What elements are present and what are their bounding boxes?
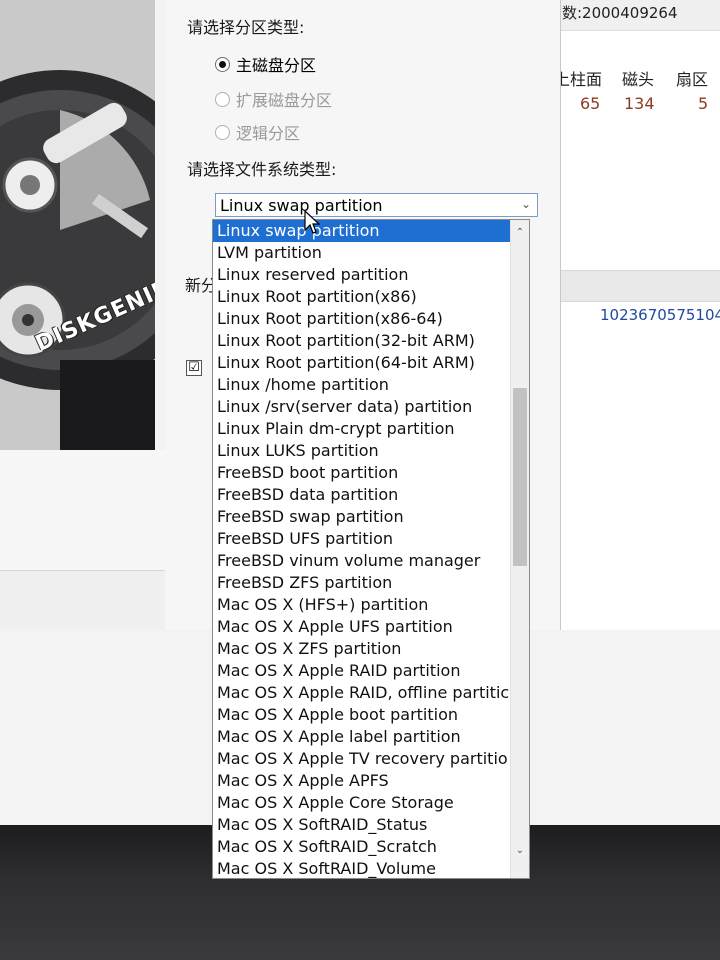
fs-option[interactable]: Linux LUKS partition <box>213 440 512 462</box>
radio-label: 扩展磁盘分区 <box>236 91 333 110</box>
fs-option[interactable]: Mac OS X SoftRAID_Volume <box>213 858 512 878</box>
dropdown-scrollbar[interactable]: ⌃ ⌄ <box>510 220 529 878</box>
fs-option[interactable]: Mac OS X Apple label partition <box>213 726 512 748</box>
fs-option[interactable]: Linux swap partition <box>213 220 512 242</box>
banner-bottom-panel <box>0 450 170 570</box>
radio-extended-partition[interactable]: 扩展磁盘分区 <box>215 87 332 111</box>
option-checkbox[interactable]: ☑ <box>186 360 202 376</box>
scroll-up-icon[interactable]: ⌃ <box>511 224 529 242</box>
fs-options-list: Linux swap partition LVM partition Linux r… <box>213 220 512 878</box>
fs-option[interactable]: Linux Plain dm-crypt partition <box>213 418 512 440</box>
fs-option[interactable]: Linux /srv(server data) partition <box>213 396 512 418</box>
radio-circle-icon[interactable] <box>215 124 230 140</box>
radio-logical-partition[interactable]: 逻辑分区 <box>215 120 300 144</box>
fs-option[interactable]: Mac OS X (HFS+) partition <box>213 594 512 616</box>
fs-option[interactable]: Mac OS X SoftRAID_Scratch <box>213 836 512 858</box>
fs-option[interactable]: Mac OS X Apple UFS partition <box>213 616 512 638</box>
fs-option[interactable]: FreeBSD ZFS partition <box>213 572 512 594</box>
fs-option[interactable]: LVM partition <box>213 242 512 264</box>
mouse-cursor-icon <box>304 210 320 234</box>
fs-option[interactable]: Mac OS X Apple boot partition <box>213 704 512 726</box>
radio-primary-partition[interactable]: 主磁盘分区 <box>215 52 316 76</box>
fs-option[interactable]: Mac OS X SoftRAID_Status <box>213 814 512 836</box>
fs-type-selected-value: Linux swap partition <box>220 195 383 215</box>
diskgenius-banner: DISKGENIUS <box>0 0 155 450</box>
fs-option[interactable]: Mac OS X ZFS partition <box>213 638 512 660</box>
fs-option[interactable]: Mac OS X Apple APFS <box>213 770 512 792</box>
table-header: 上柱面 磁头 扇区 <box>554 66 720 92</box>
total-sectors-text: 数:2000409264 <box>560 0 720 31</box>
fs-option[interactable]: FreeBSD swap partition <box>213 506 512 528</box>
fs-option[interactable]: Linux reserved partition <box>213 264 512 286</box>
fs-option[interactable]: Mac OS X Apple Core Storage <box>213 792 512 814</box>
fs-option[interactable]: Linux Root partition(32-bit ARM) <box>213 330 512 352</box>
header-head[interactable]: 磁头 <box>622 66 654 90</box>
scroll-down-icon[interactable]: ⌄ <box>511 842 529 860</box>
fs-option[interactable]: FreeBSD boot partition <box>213 462 512 484</box>
chevron-down-icon[interactable]: ⌄ <box>521 197 531 211</box>
fs-option[interactable]: Mac OS X Apple TV recovery partitio <box>213 748 512 770</box>
table-strip <box>548 270 720 302</box>
table-row[interactable]: 65 134 5 <box>560 94 720 116</box>
header-sector[interactable]: 扇区 <box>676 66 708 90</box>
fs-option[interactable]: FreeBSD UFS partition <box>213 528 512 550</box>
fs-option[interactable]: Mac OS X Apple RAID, offline partitic <box>213 682 512 704</box>
fs-option[interactable]: FreeBSD data partition <box>213 484 512 506</box>
fs-option[interactable]: Linux Root partition(64-bit ARM) <box>213 352 512 374</box>
radio-label: 主磁盘分区 <box>236 56 317 75</box>
header-cylinder[interactable]: 上柱面 <box>554 66 602 90</box>
fs-option[interactable]: Linux Root partition(x86) <box>213 286 512 308</box>
radio-dot-icon[interactable] <box>215 56 230 72</box>
cell-cylinder: 65 <box>580 94 601 113</box>
fs-option[interactable]: Mac OS X Apple RAID partition <box>213 660 512 682</box>
partition-size-value: 1023670575104 <box>600 306 720 324</box>
radio-label: 逻辑分区 <box>236 124 301 143</box>
fs-option[interactable]: Linux Root partition(x86-64) <box>213 308 512 330</box>
cell-sector: 5 <box>698 94 709 113</box>
fs-type-label: 请选择文件系统类型: <box>187 160 337 179</box>
fs-type-dropdown-list[interactable]: Linux swap partition LVM partition Linux r… <box>212 219 530 879</box>
hard-drive-illustration <box>0 0 155 450</box>
cell-head: 134 <box>624 94 655 113</box>
fs-option[interactable]: Linux /home partition <box>213 374 512 396</box>
fs-option[interactable]: FreeBSD vinum volume manager <box>213 550 512 572</box>
partition-type-label: 请选择分区类型: <box>187 18 305 37</box>
scroll-thumb[interactable] <box>513 388 527 566</box>
fs-type-select[interactable]: Linux swap partition ⌄ <box>215 193 538 217</box>
radio-circle-icon[interactable] <box>215 91 230 107</box>
